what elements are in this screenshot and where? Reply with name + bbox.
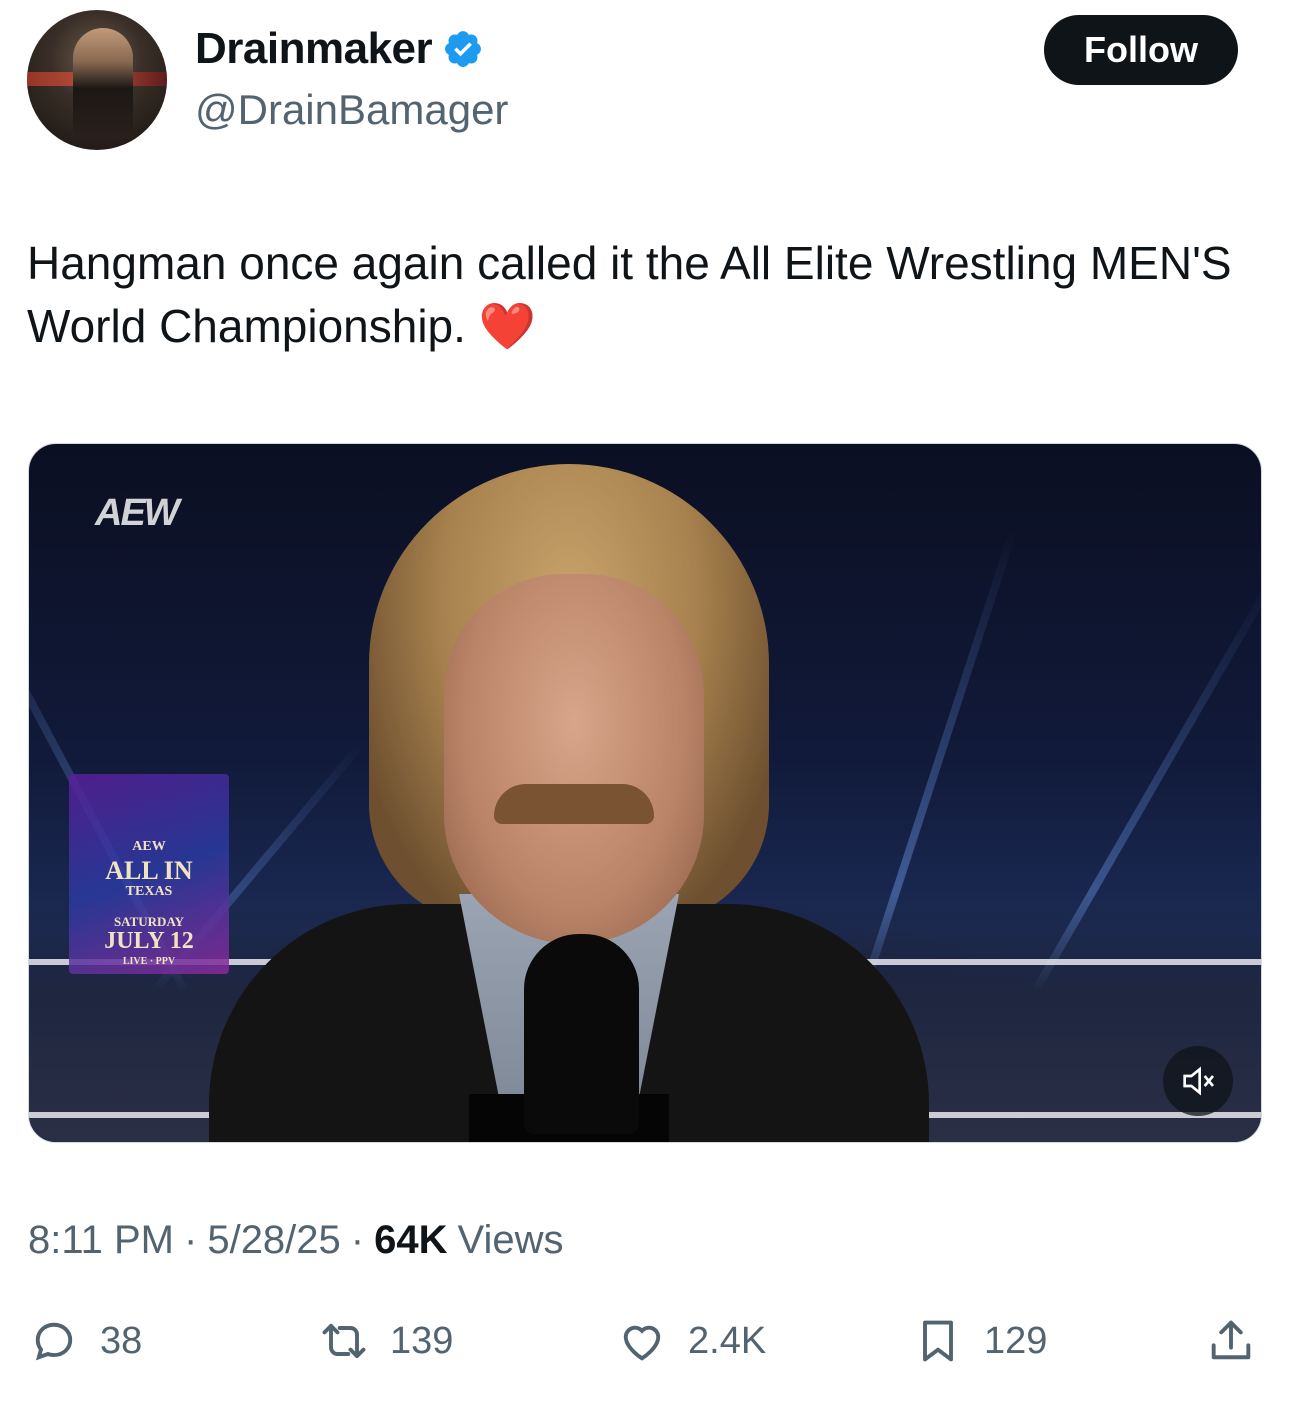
sign-date: JULY 12 xyxy=(104,928,194,954)
views-count: 64K xyxy=(374,1218,448,1262)
repost-button[interactable]: 139 xyxy=(318,1315,453,1367)
muted-speaker-icon xyxy=(1183,1066,1215,1096)
avatar[interactable] xyxy=(27,10,167,150)
avatar-figure xyxy=(73,28,133,138)
reply-count: 38 xyxy=(100,1319,143,1362)
tweet-text-body: Hangman once again called it the All Eli… xyxy=(27,237,1232,352)
tweet-meta: 8:11 PM · 5/28/25 · 64K Views xyxy=(28,1218,564,1263)
verified-badge-icon xyxy=(445,31,482,67)
microphone xyxy=(524,934,639,1134)
like-count: 2.4K xyxy=(688,1319,767,1362)
tweet-time[interactable]: 8:11 PM xyxy=(28,1218,174,1263)
sign-location: TEXAS xyxy=(125,884,173,899)
author-name-row[interactable]: Drainmaker xyxy=(195,24,484,74)
repost-icon xyxy=(322,1323,366,1359)
meta-separator: · xyxy=(184,1218,198,1262)
follow-button[interactable]: Follow xyxy=(1044,15,1238,85)
sign-footer: LIVE · PPV xyxy=(122,956,176,967)
speaker-figure xyxy=(209,464,929,1142)
heart-icon xyxy=(623,1325,661,1361)
video-player[interactable]: AEW AEW ALL IN TEXAS SATURDAY JULY 12 LI… xyxy=(28,443,1262,1143)
unmute-button[interactable] xyxy=(1163,1046,1233,1116)
views-label: Views xyxy=(457,1218,564,1262)
like-button[interactable]: 2.4K xyxy=(616,1315,766,1367)
reply-icon xyxy=(35,1322,73,1361)
bookmark-button[interactable]: 129 xyxy=(912,1315,1047,1367)
sign-title: ALL IN xyxy=(105,856,193,885)
aew-watermark: AEW xyxy=(95,492,180,534)
speaker-face xyxy=(444,574,704,944)
tweet-date[interactable]: 5/28/25 xyxy=(207,1218,340,1263)
bookmark-icon xyxy=(923,1320,953,1362)
share-icon xyxy=(1211,1320,1251,1360)
meta-separator: · xyxy=(350,1218,365,1262)
repost-count: 139 xyxy=(390,1319,454,1362)
action-bar: 38 139 2.4K 129 xyxy=(0,1315,1290,1385)
speaker-mustache xyxy=(494,784,654,824)
author-handle[interactable]: @DrainBamager xyxy=(195,86,508,134)
heart-emoji: ❤️ xyxy=(478,300,536,352)
sign-brand: AEW xyxy=(132,839,166,854)
share-button[interactable] xyxy=(1205,1315,1257,1367)
tweet-text: Hangman once again called it the All Eli… xyxy=(27,232,1267,358)
bookmark-count: 129 xyxy=(984,1319,1048,1362)
reply-button[interactable]: 38 xyxy=(28,1315,142,1367)
display-name[interactable]: Drainmaker xyxy=(195,24,433,74)
